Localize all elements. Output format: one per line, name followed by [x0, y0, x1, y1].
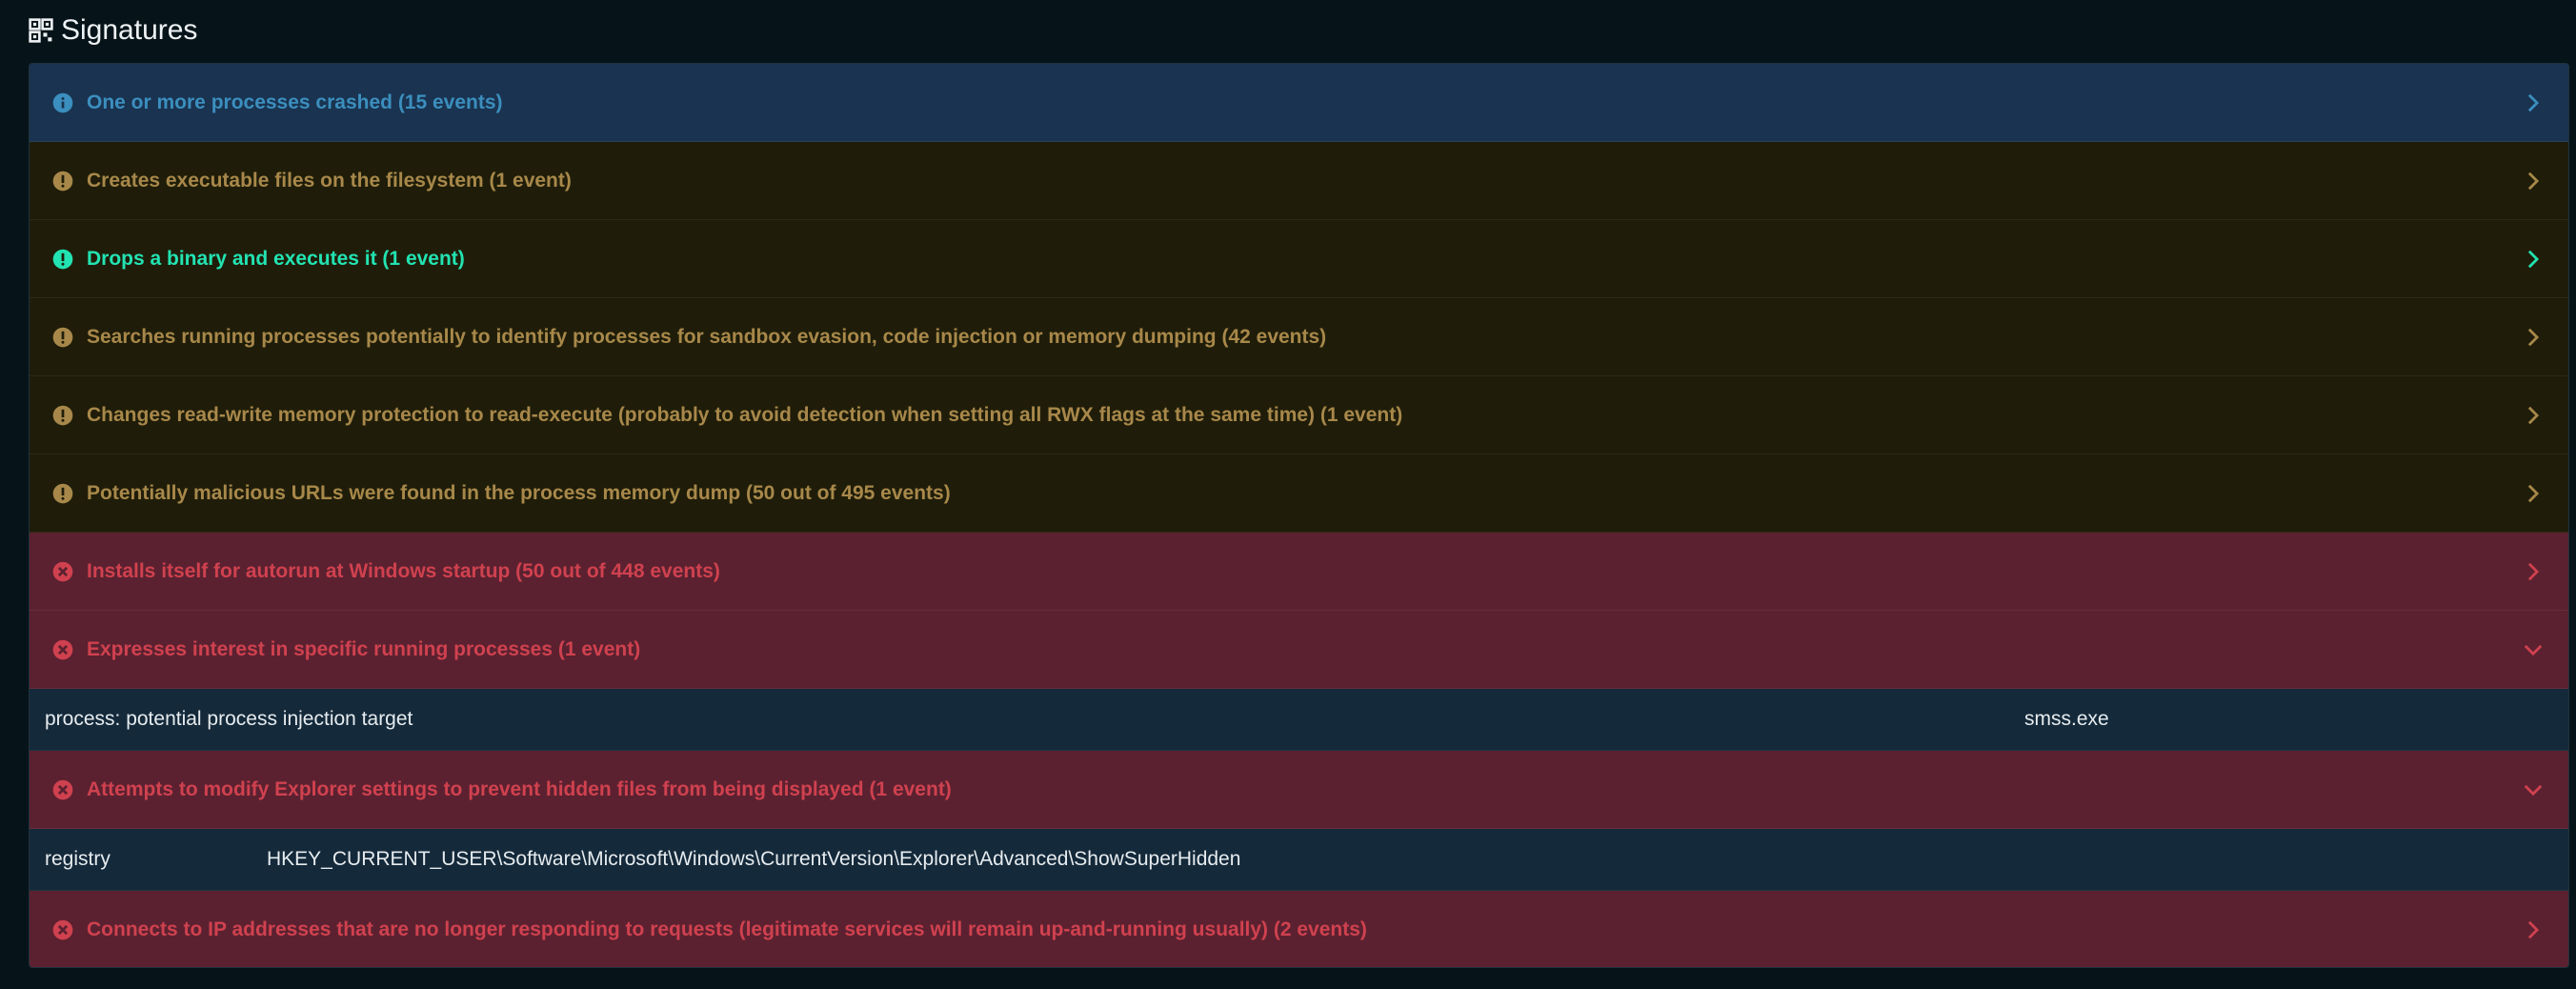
signature-label: Changes read-write memory protection to … [87, 403, 1403, 426]
signature-label: One or more processes crashed (15 events… [87, 91, 503, 113]
signature-label: Expresses interest in specific running p… [87, 637, 641, 660]
exclamation-circle-icon [52, 327, 73, 347]
exclamation-circle-icon [52, 483, 73, 503]
chevron-right-icon[interactable] [2523, 249, 2544, 270]
page: Signatures One or more processes crashed… [0, 0, 2576, 989]
signature-row[interactable]: Searches running processes potentially t… [30, 298, 2568, 376]
exclamation-circle-icon [52, 249, 73, 269]
signature-label: Searches running processes potentially t… [87, 325, 1327, 348]
chevron-right-icon[interactable] [2523, 92, 2544, 113]
signature-label: Attempts to modify Explorer settings to … [87, 777, 952, 800]
chevron-right-icon[interactable] [2523, 171, 2544, 192]
signatures-panel: One or more processes crashed (15 events… [29, 63, 2569, 968]
signature-label: Connects to IP addresses that are no lon… [87, 918, 1367, 940]
chevron-right-icon[interactable] [2523, 919, 2544, 940]
x-circle-icon [52, 639, 73, 659]
signature-row[interactable]: Creates executable files on the filesyst… [30, 142, 2568, 220]
x-circle-icon [52, 561, 73, 581]
grid-icon [29, 18, 53, 43]
detail-value: smss.exe [2024, 708, 2109, 730]
chevron-right-icon[interactable] [2523, 483, 2544, 504]
signature-label: Potentially malicious URLs were found in… [87, 481, 951, 504]
exclamation-circle-icon [52, 405, 73, 425]
signature-row[interactable]: One or more processes crashed (15 events… [30, 64, 2568, 142]
signature-detail-row: process: potential process injection tar… [30, 689, 2568, 751]
signature-row[interactable]: Drops a binary and executes it (1 event) [30, 220, 2568, 298]
signature-label: Installs itself for autorun at Windows s… [87, 559, 720, 582]
signature-label: Creates executable files on the filesyst… [87, 169, 572, 192]
chevron-right-icon[interactable] [2523, 405, 2544, 426]
detail-value: HKEY_CURRENT_USER\Software\Microsoft\Win… [267, 848, 1241, 870]
x-circle-icon [52, 919, 73, 940]
chevron-right-icon[interactable] [2523, 327, 2544, 348]
signature-row[interactable]: Potentially malicious URLs were found in… [30, 454, 2568, 533]
signature-row[interactable]: Installs itself for autorun at Windows s… [30, 533, 2568, 611]
signature-label: Drops a binary and executes it (1 event) [87, 247, 465, 270]
page-title: Signatures [61, 14, 198, 46]
chevron-down-icon[interactable] [2523, 779, 2544, 800]
signature-row[interactable]: Connects to IP addresses that are no lon… [30, 891, 2568, 967]
signature-row[interactable]: Changes read-write memory protection to … [30, 376, 2568, 454]
signature-detail-row: registry HKEY_CURRENT_USER\Software\Micr… [30, 829, 2568, 891]
signature-row[interactable]: Attempts to modify Explorer settings to … [30, 751, 2568, 829]
info-circle-icon [52, 92, 73, 112]
signature-row[interactable]: Expresses interest in specific running p… [30, 611, 2568, 689]
detail-key: registry [45, 848, 111, 870]
x-circle-icon [52, 779, 73, 799]
detail-key: process: potential process injection tar… [45, 708, 413, 730]
exclamation-circle-icon [52, 171, 73, 191]
chevron-down-icon[interactable] [2523, 639, 2544, 660]
chevron-right-icon[interactable] [2523, 561, 2544, 582]
page-header: Signatures [29, 11, 197, 50]
